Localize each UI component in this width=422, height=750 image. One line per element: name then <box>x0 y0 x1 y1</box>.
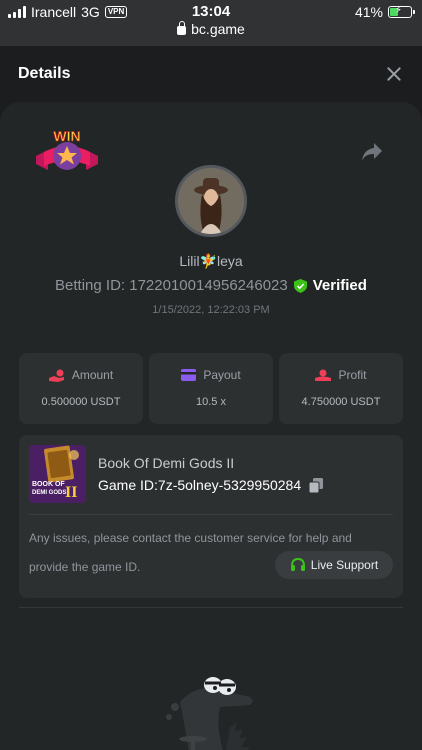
svg-text:DEMI GODS: DEMI GODS <box>32 490 66 496</box>
game-info-card: BOOK OF DEMI GODS II Book Of Demi Gods I… <box>19 435 403 598</box>
profit-hand-icon <box>315 369 332 381</box>
game-name[interactable]: Book Of Demi Gods II <box>98 455 234 471</box>
betting-id: Betting ID: 1722010014956246023 <box>55 277 288 294</box>
amount-label: Amount <box>71 368 114 382</box>
close-icon[interactable] <box>384 64 404 84</box>
win-badge-icon: WIN <box>36 128 98 170</box>
payout-value: 10.5 x <box>196 396 226 408</box>
game-id: Game ID:7z-5olney-5329950284 <box>98 477 302 493</box>
shield-check-icon <box>293 278 307 293</box>
copy-icon[interactable] <box>309 477 324 493</box>
share-arrow-icon[interactable] <box>361 142 383 162</box>
username: Lilil🧚leya <box>179 253 243 269</box>
battery-icon: ⚡ <box>388 5 415 18</box>
profit-card: Profit 4.750000 USDT <box>279 353 403 424</box>
svg-text:BOOK OF: BOOK OF <box>32 481 65 488</box>
payout-label: Payout <box>203 368 241 382</box>
profit-label: Profit <box>338 368 367 382</box>
help-text-line1: Any issues, please contact the customer … <box>29 531 352 545</box>
amount-value: 0.500000 USDT <box>41 396 121 408</box>
payout-card: Payout 10.5 x <box>149 353 273 424</box>
help-text-line2: provide the game ID. <box>29 560 141 574</box>
headset-icon <box>290 557 305 571</box>
battery-percent: 41% <box>354 4 383 20</box>
win-badge-text: WIN <box>53 128 80 144</box>
avatar <box>175 165 247 237</box>
address-bar[interactable]: bc.game <box>0 21 422 37</box>
page-title: Details <box>18 65 71 82</box>
bet-timestamp: 1/15/2022, 12:22:03 PM <box>152 304 270 316</box>
amount-card: Amount 0.500000 USDT <box>19 353 143 424</box>
url-text: bc.game <box>191 21 245 37</box>
divider <box>29 514 393 515</box>
status-bar: Irancell 3G VPN 13:04 bc.game 41% ⚡ <box>0 0 422 46</box>
details-header: Details <box>0 46 422 102</box>
section-divider <box>19 607 403 608</box>
card-icon <box>181 369 197 381</box>
live-support-button[interactable]: Live Support <box>275 551 393 579</box>
status-right: 41% ⚡ <box>354 4 415 20</box>
svg-text:II: II <box>65 484 77 501</box>
profit-value: 4.750000 USDT <box>301 396 381 408</box>
lock-icon <box>177 21 187 35</box>
live-support-label: Live Support <box>310 558 379 572</box>
verified-label: Verified <box>312 277 367 294</box>
hand-coin-icon <box>48 369 64 382</box>
betting-id-row: Betting ID: 1722010014956246023 Verified <box>0 277 422 294</box>
game-thumbnail[interactable]: BOOK OF DEMI GODS II <box>29 445 86 503</box>
game-id-row: Game ID:7z-5olney-5329950284 <box>98 477 324 493</box>
avatar-image <box>178 168 244 234</box>
bet-detail-panel: WIN Lilil🧚leya Betting ID: 1722010014956… <box>0 102 422 750</box>
crocodile-mascot-icon <box>166 677 253 750</box>
